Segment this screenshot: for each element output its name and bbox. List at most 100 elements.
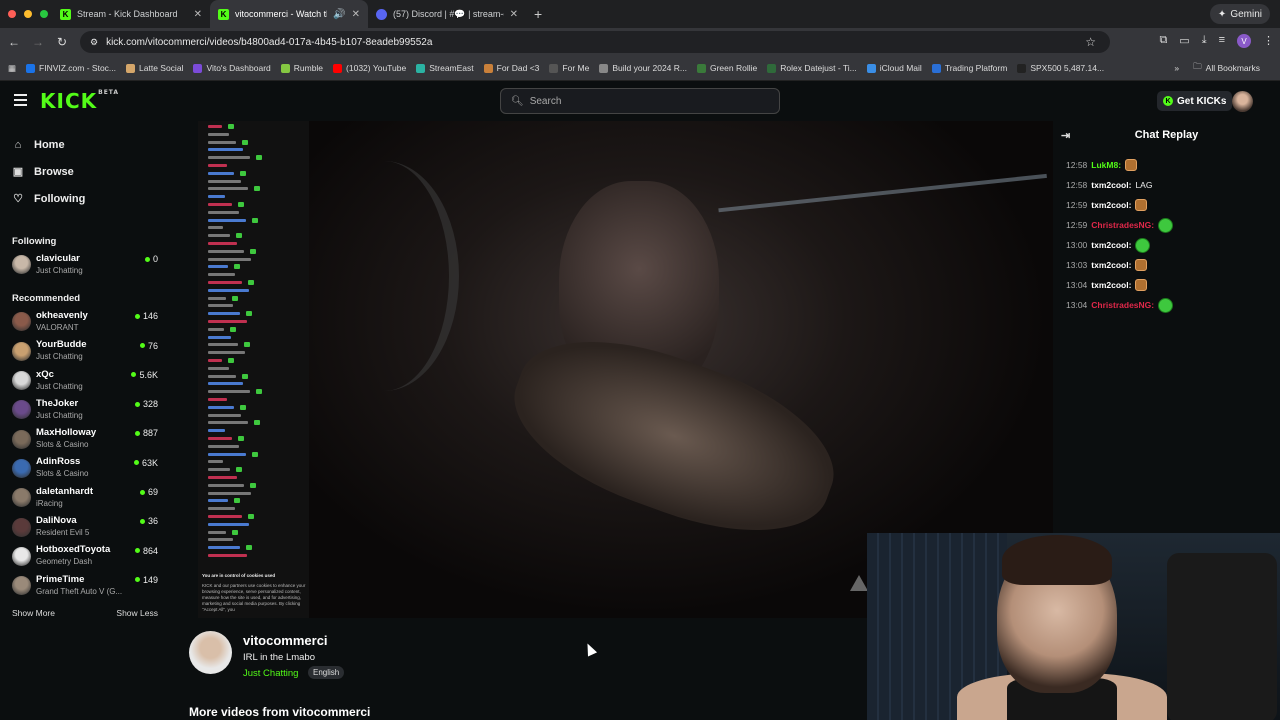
bookmark-item[interactable]: Build your 2024 R... — [599, 63, 687, 73]
bookmark-item[interactable]: Rumble — [280, 63, 323, 73]
bookmark-item[interactable]: StreamEast — [416, 63, 474, 73]
embedded-chat-line — [208, 179, 241, 183]
sidebar-channel-yourbudde[interactable]: YourBudde Just Chatting 76 — [0, 337, 172, 366]
kick-logo[interactable]: KICKBETA — [40, 89, 119, 113]
download-icon[interactable]: ⤓ — [1202, 34, 1207, 48]
chat-username[interactable]: txm2cool — [1091, 280, 1128, 290]
language-tag[interactable]: English — [308, 666, 345, 679]
stream-category-link[interactable]: Just Chatting — [243, 668, 298, 679]
hamburger-menu-icon[interactable] — [14, 94, 27, 106]
sidebar-channel-adinross[interactable]: AdinRoss Slots & Casino 63K — [0, 454, 172, 483]
close-tab-icon[interactable]: ✕ — [194, 9, 202, 20]
chat-username[interactable]: txm2cool — [1091, 260, 1128, 270]
user-avatar[interactable] — [1232, 91, 1253, 112]
bookmark-item[interactable]: FINVIZ.com - Stoc... — [26, 63, 116, 73]
frog-emote-icon — [1158, 217, 1174, 233]
get-kicks-button[interactable]: K Get KICKs — [1157, 91, 1233, 111]
site-settings-icon[interactable]: ⚙ — [90, 37, 98, 48]
channel-name[interactable]: vitocommerci — [243, 633, 328, 648]
close-tab-icon[interactable]: ✕ — [352, 9, 360, 20]
menu-kebab-icon[interactable]: ⋮ — [1263, 34, 1274, 48]
browser-tab-strip: K Stream - Kick Dashboard ✕ K vitocommer… — [0, 0, 1280, 28]
search-input[interactable]: 🔍︎ Search — [500, 88, 780, 114]
window-controls[interactable] — [0, 10, 52, 18]
close-window-button[interactable] — [8, 10, 16, 18]
channel-avatar — [12, 488, 31, 508]
apps-grid-icon[interactable]: ▦ — [8, 63, 16, 74]
chat-colon: : — [1128, 240, 1132, 250]
bookmark-item[interactable]: Trading Platform — [931, 63, 1007, 73]
bookmark-item[interactable]: Green Rollie — [696, 63, 757, 73]
embedded-chat-line — [208, 288, 249, 292]
chat-username[interactable]: txm2cool — [1091, 240, 1128, 250]
bookmark-item[interactable]: Rolex Datejust - Ti... — [767, 63, 857, 73]
cast-icon[interactable]: ▭ — [1179, 34, 1189, 48]
sidebar-item-following[interactable]: ♡ Following — [12, 185, 172, 212]
bookmark-item[interactable]: (1032) YouTube — [333, 63, 406, 73]
new-tab-button[interactable]: + — [526, 6, 550, 22]
sidebar-item-browse[interactable]: ▣ Browse — [12, 158, 172, 185]
more-bookmarks-chevron-icon[interactable]: » — [1174, 63, 1179, 73]
bookmark-item[interactable]: For Me — [549, 63, 589, 73]
gemini-sparkle-icon: ✦ — [1217, 8, 1227, 20]
bookmark-star-icon[interactable]: ☆ — [1085, 35, 1096, 49]
embedded-chat-emote — [246, 311, 252, 317]
sidebar-channel-daletanhardt[interactable]: daletanhardt iRacing 69 — [0, 483, 172, 512]
viewer-count: 887 — [134, 428, 158, 438]
beta-badge: BETA — [98, 89, 120, 96]
reload-icon[interactable]: ↻ — [52, 35, 72, 49]
embedded-chat-emote — [246, 545, 252, 551]
bookmark-item[interactable]: Vito's Dashboard — [193, 63, 271, 73]
gemini-button[interactable]: ✦ Gemini — [1209, 4, 1270, 24]
sidebar-channel-okheavenly[interactable]: okheavenly VALORANT 146 — [0, 307, 172, 336]
bookmark-item[interactable]: Latte Social — [126, 63, 183, 73]
url-text[interactable]: kick.com/vitocommerci/videos/b4800ad4-01… — [106, 37, 432, 48]
embedded-chat-line — [208, 522, 249, 526]
forward-arrow-icon[interactable]: → — [28, 35, 48, 49]
chat-username[interactable]: LukM8 — [1091, 160, 1118, 170]
browser-tab-kick-dashboard[interactable]: K Stream - Kick Dashboard ✕ — [52, 0, 210, 28]
speaker-icon[interactable]: 🔊 — [333, 9, 345, 20]
all-bookmarks-folder[interactable]: 🗀 All Bookmarks — [1193, 61, 1260, 75]
more-videos-heading: More videos from vitocommerci — [189, 705, 371, 719]
minimize-window-button[interactable] — [24, 10, 32, 18]
chat-username[interactable]: ChristradesNG — [1091, 300, 1151, 310]
address-bar[interactable]: ⚙ kick.com/vitocommerci/videos/b4800ad4-… — [80, 31, 1110, 53]
channel-category: Resident Evil 5 — [36, 528, 90, 538]
show-less-button[interactable]: Show Less — [116, 608, 158, 618]
media-controls-icon[interactable]: ≡ — [1219, 34, 1225, 48]
extensions-icon[interactable]: ⧉ — [1159, 34, 1167, 48]
profile-avatar[interactable]: V — [1237, 34, 1251, 48]
show-more-button[interactable]: Show More — [12, 608, 55, 618]
chat-timestamp: 12:58 — [1066, 180, 1088, 190]
sidebar-channel-primetime[interactable]: PrimeTime Grand Theft Auto V (G... 149 — [0, 571, 172, 600]
embedded-chat-line — [208, 140, 236, 144]
bookmark-item[interactable]: SPX500 5,487.14... — [1017, 63, 1104, 73]
sidebar-item-home[interactable]: ⌂ Home — [12, 131, 172, 158]
chat-username[interactable]: ChristradesNG — [1091, 220, 1151, 230]
embedded-chat-line — [208, 281, 242, 284]
channel-avatar — [12, 371, 31, 391]
sidebar-channel-maxholloway[interactable]: MaxHolloway Slots & Casino 887 — [0, 424, 172, 453]
chat-colon: : — [1128, 280, 1132, 290]
chat-username[interactable]: txm2cool — [1091, 180, 1128, 190]
browser-tab-vitocommerci[interactable]: K vitocommerci - Watch the 🔊 ✕ — [210, 0, 368, 28]
bookmark-item[interactable]: For Dad <3 — [483, 63, 539, 73]
chat-username[interactable]: txm2cool — [1091, 200, 1128, 210]
embedded-chat-line — [208, 366, 229, 370]
sidebar-channel-xqc[interactable]: xQc Just Chatting 5.6K — [0, 366, 172, 395]
back-arrow-icon[interactable]: ← — [4, 35, 24, 49]
channel-avatar — [12, 458, 31, 478]
sidebar-channel-dalinova[interactable]: DaliNova Resident Evil 5 36 — [0, 512, 172, 541]
close-tab-icon[interactable]: ✕ — [510, 9, 518, 20]
channel-avatar[interactable] — [189, 631, 232, 674]
sidebar-channel-thejoker[interactable]: TheJoker Just Chatting 328 — [0, 395, 172, 424]
browser-tab-discord[interactable]: (57) Discord | #💬 | stream-c ✕ — [368, 0, 526, 28]
sidebar-channel-hotboxedtoyota[interactable]: HotboxedToyota Geometry Dash 864 — [0, 542, 172, 571]
bookmark-item[interactable]: iCloud Mail — [866, 63, 922, 73]
embedded-chat-emote — [248, 514, 254, 519]
sidebar-channel-clavicular[interactable]: clavicular Just Chatting 0 — [0, 250, 172, 279]
maximize-window-button[interactable] — [40, 10, 48, 18]
bookmark-favicon-icon — [931, 63, 941, 73]
collapse-chat-icon[interactable]: ⇥ — [1061, 129, 1070, 142]
